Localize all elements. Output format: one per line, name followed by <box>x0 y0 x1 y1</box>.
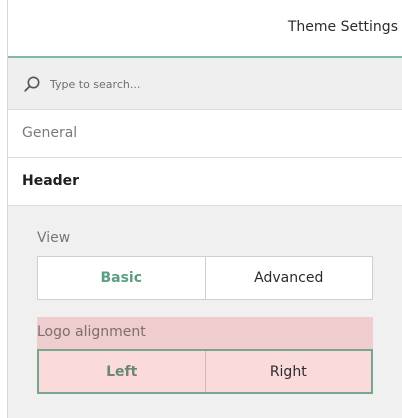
logo-right-button[interactable]: Right <box>204 351 372 392</box>
search-bar <box>8 58 402 110</box>
nav-item-general[interactable]: General <box>8 110 402 158</box>
logo-alignment-toggle: Left Right <box>37 349 373 394</box>
panel-title: Theme Settings <box>287 19 398 35</box>
theme-settings-panel: Theme Settings General Header View Basic… <box>7 0 402 418</box>
logo-left-button[interactable]: Left <box>39 351 205 392</box>
panel-header: Theme Settings <box>8 0 402 58</box>
view-basic-button[interactable]: Basic <box>38 257 205 299</box>
nav-item-header[interactable]: Header <box>8 158 402 206</box>
logo-alignment-label: Logo alignment <box>37 324 146 340</box>
view-label: View <box>37 230 71 246</box>
view-advanced-button[interactable]: Advanced <box>204 257 373 299</box>
search-icon <box>24 76 40 92</box>
search-input[interactable] <box>50 72 350 96</box>
nav-item-label: Header <box>22 173 80 189</box>
view-toggle: Basic Advanced <box>37 256 373 300</box>
nav-item-label: General <box>22 125 78 141</box>
logo-alignment-label-bar: Logo alignment <box>37 317 373 349</box>
